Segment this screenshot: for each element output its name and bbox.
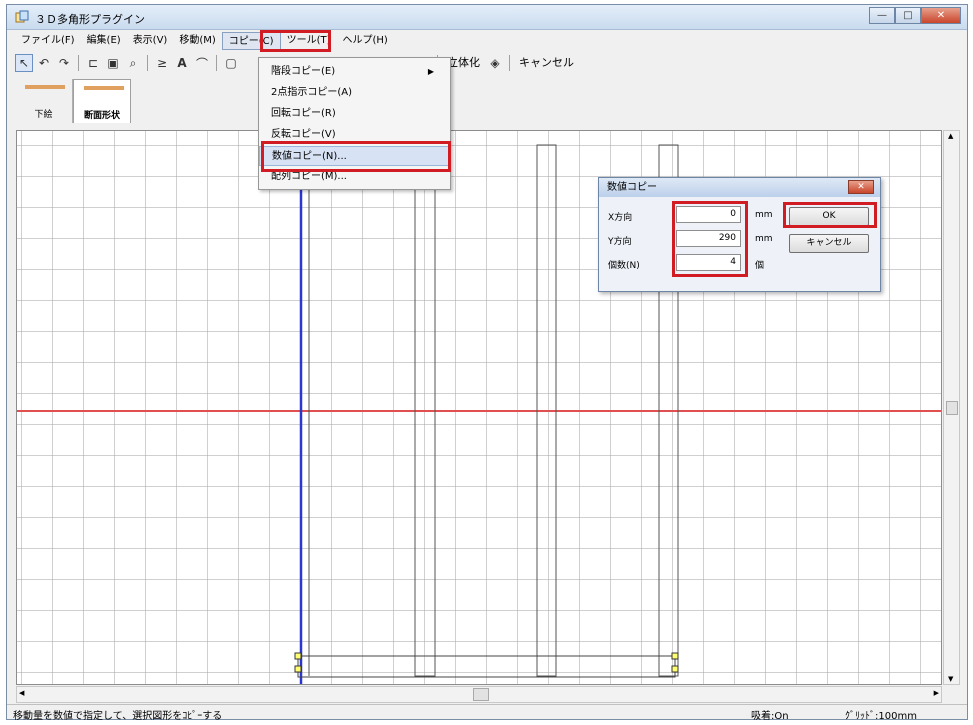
- vertex-handle: [294, 652, 302, 660]
- cancel-toolbar-button[interactable]: キャンセル: [515, 54, 578, 72]
- status-bar: 移動量を数値で指定して、選択図形をｺﾋﾟｰする 吸着:On ｸﾞﾘｯﾄﾞ:100…: [7, 704, 967, 722]
- undo-icon[interactable]: ↶: [35, 54, 53, 72]
- scroll-down-icon[interactable]: ▼: [948, 675, 953, 683]
- app-window: ３Ｄ多角形プラグイン — □ ✕ ファイル(F) 編集(E) 表示(V) 移動(…: [6, 4, 968, 722]
- count-unit-label: 個: [755, 261, 765, 271]
- zoom-tool-icon[interactable]: ⌕: [124, 54, 142, 72]
- menu-item-two-point-copy[interactable]: 2点指示コピー(A): [259, 83, 450, 103]
- arc-tool-icon[interactable]: ⌒: [193, 54, 211, 72]
- scroll-up-icon[interactable]: ▲: [948, 132, 953, 140]
- select-arrow-icon[interactable]: ↖: [15, 54, 33, 72]
- toolbar: ↖ ↶ ↷ ⊏ ▣ ⌕ ≥ A ⌒ ▢ 立体化 ◈ キャンセル: [7, 52, 967, 74]
- rectangle-tool-icon[interactable]: ▣: [104, 54, 122, 72]
- highlight-ok-button: [783, 202, 877, 228]
- toolbar-separator: [216, 55, 217, 71]
- menu-item-label: 階段コピー(E): [271, 66, 336, 77]
- menu-edit[interactable]: 編集(E): [81, 32, 127, 50]
- scroll-right-icon[interactable]: ▶: [934, 689, 939, 697]
- dialog-cancel-button[interactable]: キャンセル: [789, 234, 869, 253]
- highlight-numeric-copy: [261, 141, 451, 172]
- toolbar-separator: [78, 55, 79, 71]
- dialog-close-button[interactable]: ✕: [848, 180, 874, 194]
- horizontal-scroll-thumb[interactable]: [473, 688, 489, 701]
- highlight-copy-menu: [260, 30, 331, 52]
- scroll-left-icon[interactable]: ◀: [19, 689, 24, 697]
- highlight-input-fields: [672, 201, 748, 277]
- vertex-handle: [671, 665, 679, 673]
- tab-label: 下絵: [34, 110, 53, 120]
- app-icon: [15, 10, 29, 23]
- status-grid: ｸﾞﾘｯﾄﾞ:100mm: [845, 711, 917, 722]
- toolbar-separator: [147, 55, 148, 71]
- tab-underlay[interactable]: 下絵: [15, 79, 73, 123]
- tab-accent-bar: [84, 86, 124, 90]
- status-message: 移動量を数値で指定して、選択図形をｺﾋﾟｰする: [13, 711, 223, 722]
- submenu-arrow-icon: ▶: [427, 67, 434, 76]
- tab-accent-bar: [25, 85, 65, 89]
- close-button[interactable]: ✕: [921, 7, 961, 24]
- vertex-handle: [671, 652, 679, 660]
- menu-view[interactable]: 表示(V): [127, 32, 174, 50]
- mode-tabs: 下絵 断面形状: [15, 79, 131, 127]
- menu-file[interactable]: ファイル(F): [15, 32, 81, 50]
- menu-item-step-copy[interactable]: 階段コピー(E) ▶: [259, 62, 450, 82]
- base-rect: [297, 655, 676, 678]
- polygon-tool-icon[interactable]: ⊏: [84, 54, 102, 72]
- toolbar-separator: [509, 55, 510, 71]
- maximize-button[interactable]: □: [895, 7, 921, 24]
- solid-shape-icon: ◈: [490, 56, 500, 70]
- window-controls: — □ ✕: [869, 7, 961, 25]
- title-bar: ３Ｄ多角形プラグイン — □ ✕: [7, 5, 967, 30]
- count-label: 個数(N): [608, 261, 640, 271]
- tab-cross-section[interactable]: 断面形状: [73, 79, 131, 123]
- column-rect: [414, 131, 436, 677]
- line-tool-icon[interactable]: ≥: [153, 54, 171, 72]
- vertical-scrollbar[interactable]: ▲ ▼: [943, 130, 960, 685]
- status-snap: 吸着:On: [751, 711, 789, 722]
- tab-label: 断面形状: [83, 111, 120, 121]
- x-direction-label: X方向: [608, 213, 633, 223]
- x-unit-label: mm: [755, 210, 773, 220]
- vertical-scroll-thumb[interactable]: [946, 401, 958, 415]
- y-direction-label: Y方向: [608, 237, 632, 247]
- dialog-title: 数値コピー: [599, 178, 880, 197]
- window-title: ３Ｄ多角形プラグイン: [35, 13, 145, 26]
- frame-tool-icon[interactable]: ▢: [222, 54, 240, 72]
- menu-bar: ファイル(F) 編集(E) 表示(V) 移動(M) コピー(C) ツール(T) …: [7, 31, 967, 51]
- menu-item-rotate-copy[interactable]: 回転コピー(R): [259, 104, 450, 124]
- redo-icon[interactable]: ↷: [55, 54, 73, 72]
- text-tool-icon[interactable]: A: [173, 54, 191, 72]
- menu-help[interactable]: ヘルプ(H): [337, 32, 394, 50]
- vertex-handle: [294, 665, 302, 673]
- horizontal-scrollbar[interactable]: ◀ ▶: [16, 686, 942, 703]
- y-unit-label: mm: [755, 234, 773, 244]
- minimize-button[interactable]: —: [869, 7, 895, 24]
- menu-move[interactable]: 移動(M): [173, 32, 221, 50]
